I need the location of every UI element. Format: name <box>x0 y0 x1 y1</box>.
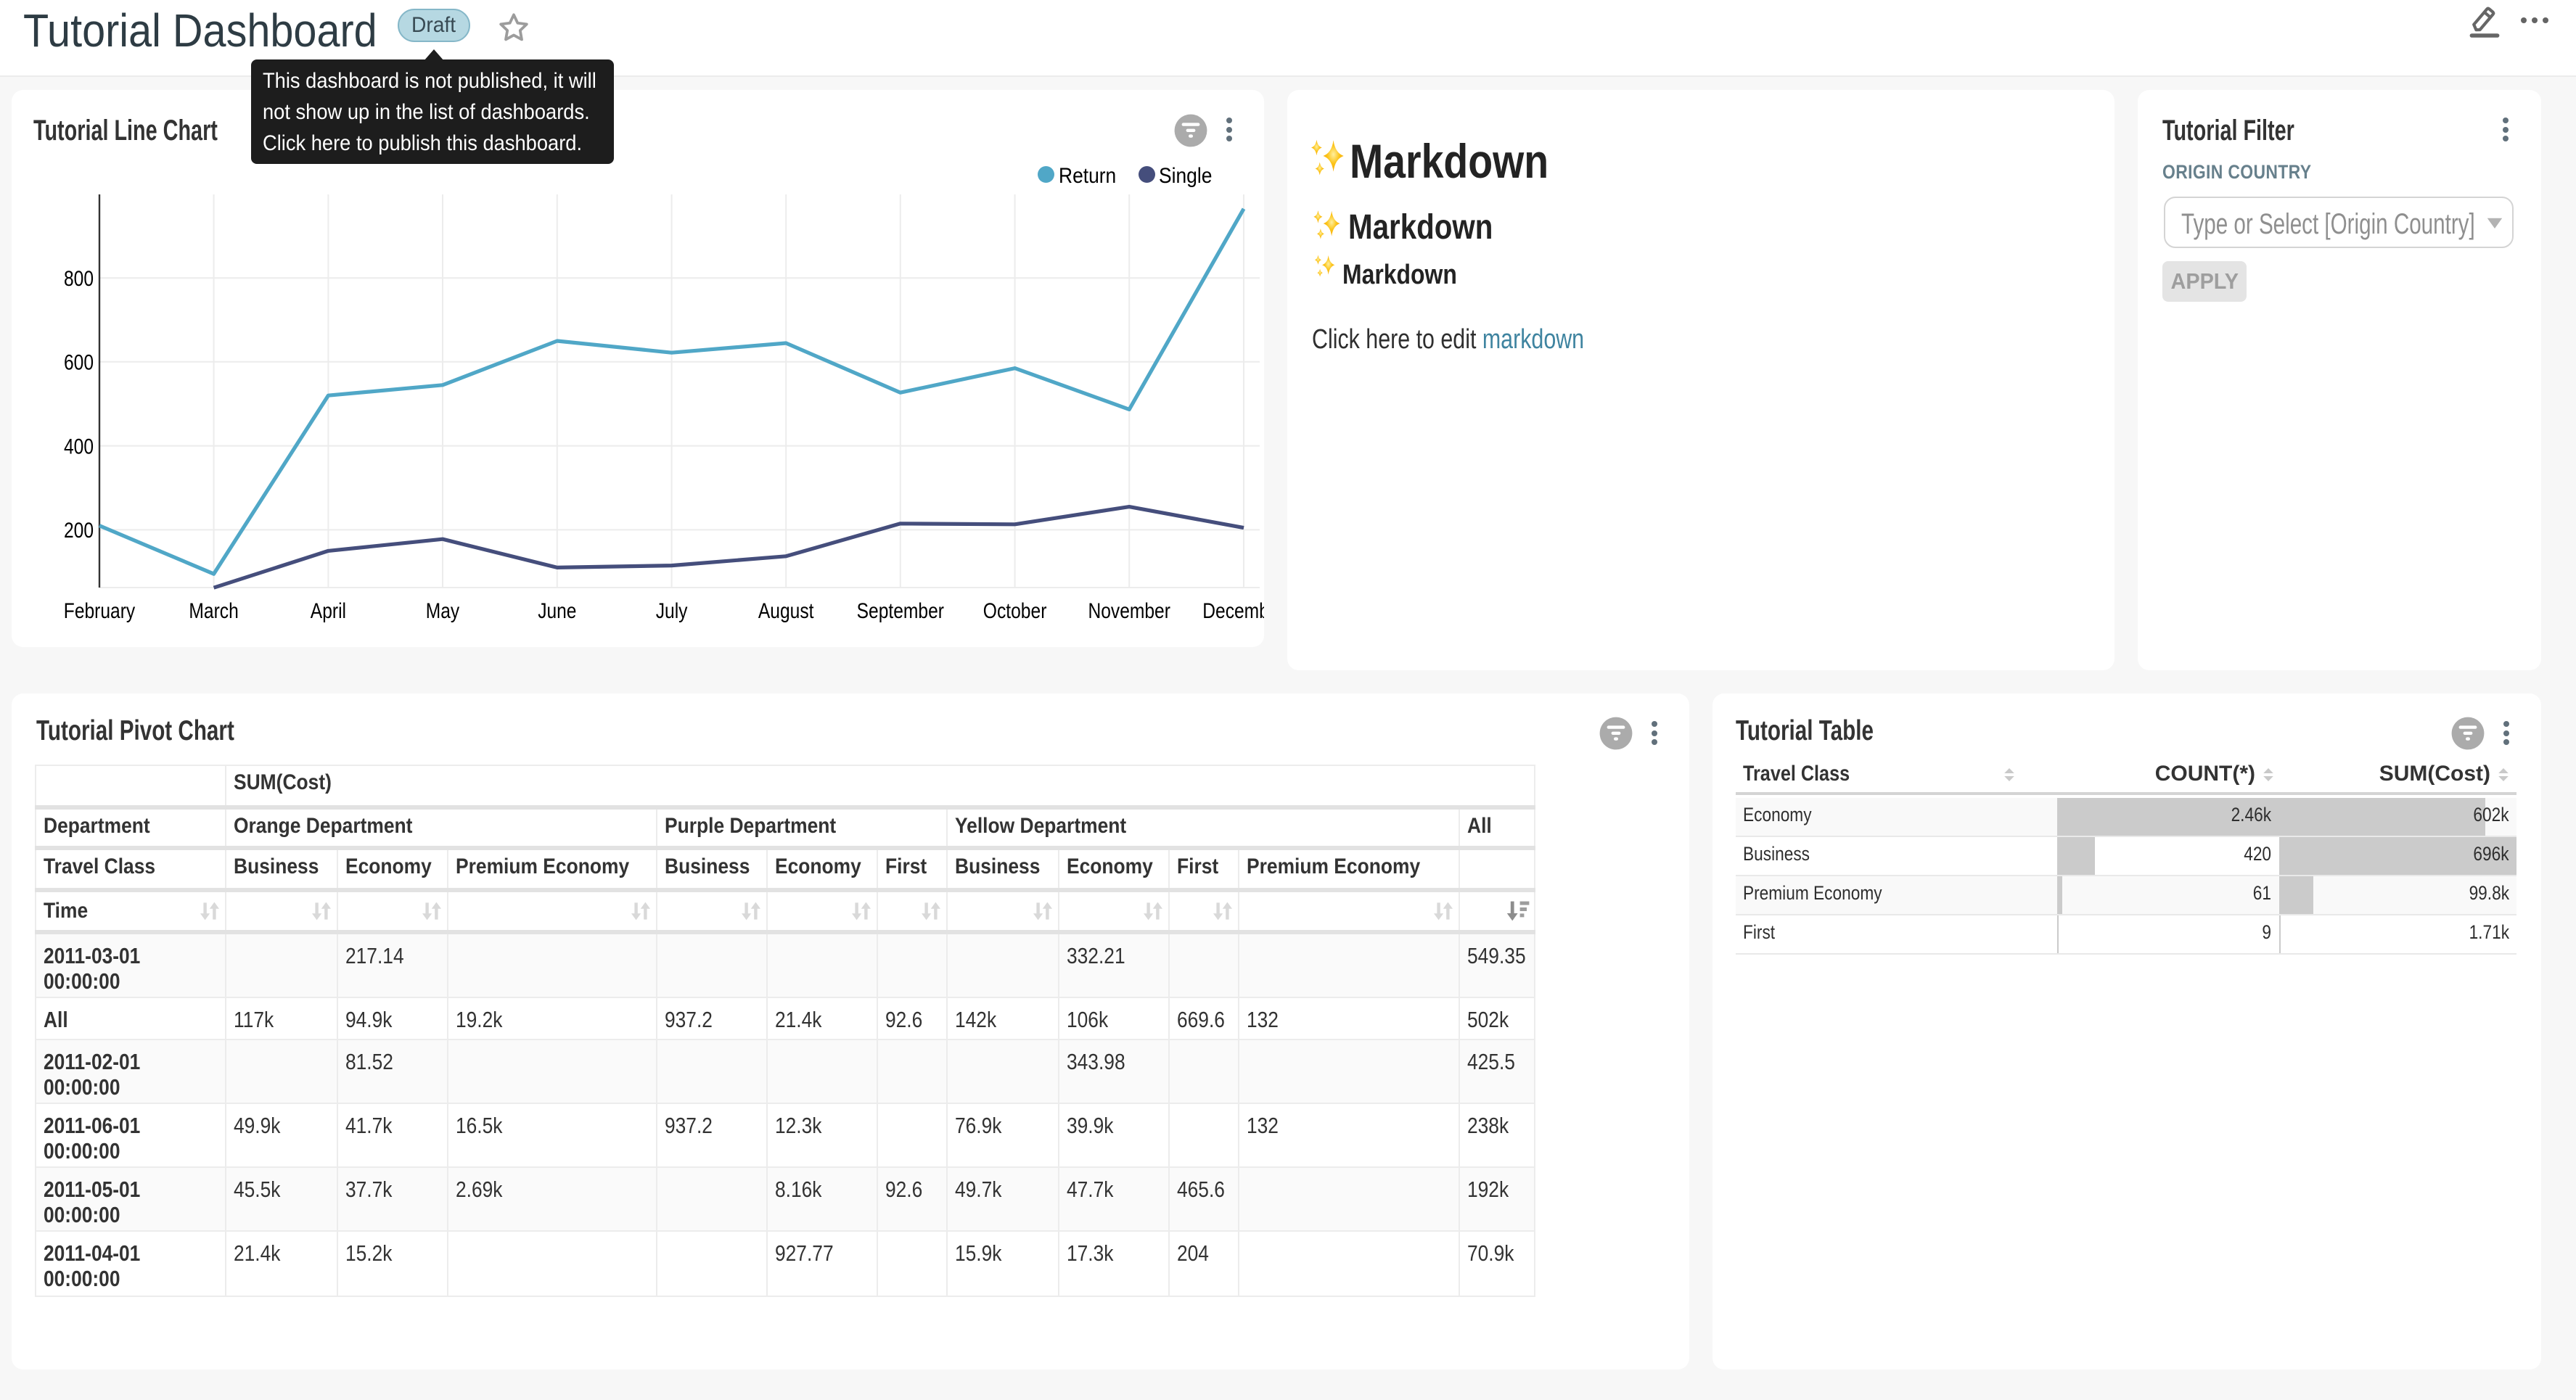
svg-text:November: November <box>1088 599 1170 623</box>
svg-text:September: September <box>857 599 944 623</box>
svg-text:August: August <box>758 599 814 623</box>
svg-text:800: 800 <box>64 267 94 291</box>
svg-text:May: May <box>426 599 459 623</box>
svg-text:600: 600 <box>64 351 94 375</box>
svg-text:July: July <box>656 599 688 623</box>
svg-text:June: June <box>538 599 576 623</box>
svg-text:December: December <box>1202 599 1264 623</box>
svg-text:October: October <box>983 599 1047 623</box>
svg-text:200: 200 <box>64 519 94 543</box>
svg-text:March: March <box>189 599 238 623</box>
svg-text:February: February <box>64 599 135 623</box>
svg-text:April: April <box>311 599 346 623</box>
svg-text:400: 400 <box>64 435 94 458</box>
